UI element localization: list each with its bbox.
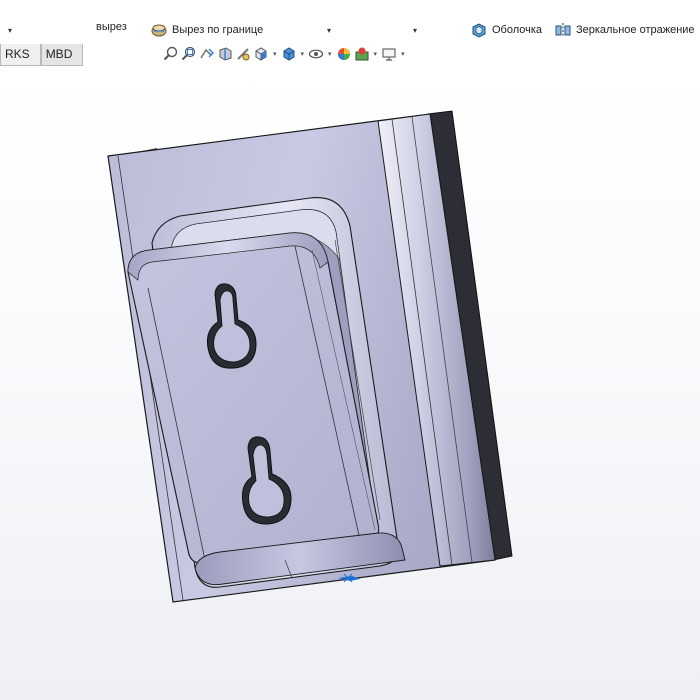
part-model-3d[interactable] xyxy=(0,0,700,700)
